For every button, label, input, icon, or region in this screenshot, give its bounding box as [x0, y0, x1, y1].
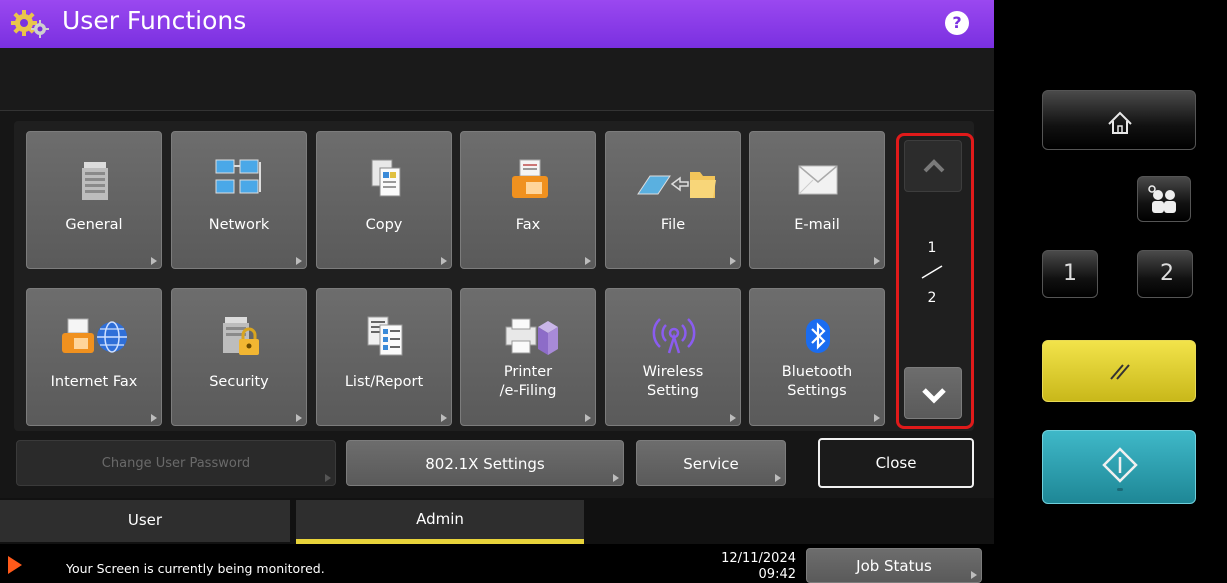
play-arrow-icon[interactable]: [8, 556, 22, 574]
submenu-arrow-icon: [296, 414, 302, 422]
page-divider: [921, 265, 943, 279]
service-button[interactable]: Service: [636, 440, 786, 486]
job-status-button[interactable]: Job Status: [806, 548, 982, 583]
list-report-button[interactable]: List/Report: [316, 288, 452, 426]
list-report-icon: [367, 316, 403, 356]
copy-icon: [371, 159, 401, 197]
tile-label-line2: Settings: [787, 383, 847, 399]
email-button[interactable]: E-mail: [749, 131, 885, 269]
tile-label: E-mail: [794, 217, 840, 233]
tile-label: List/Report: [344, 374, 424, 390]
tile-label-line1: Wireless: [642, 364, 704, 380]
security-lock-icon: [223, 317, 259, 355]
start-button[interactable]: [1042, 430, 1196, 504]
copier-icon: [82, 162, 108, 200]
clear-button[interactable]: [1042, 340, 1196, 402]
submenu-arrow-icon: [585, 414, 591, 422]
users-key-icon: [1148, 185, 1176, 213]
tile-label-line1: Bluetooth: [781, 364, 853, 380]
change-user-password-button: Change User Password: [16, 440, 336, 486]
wireless-icon: [652, 318, 696, 354]
function-key-2[interactable]: 2: [1137, 250, 1193, 298]
chevron-down-icon: [922, 388, 946, 404]
wireless-setting-button[interactable]: Wireless Setting: [605, 288, 741, 426]
button-label: Change User Password: [101, 456, 251, 471]
status-message: Your Screen is currently being monitored…: [66, 561, 325, 576]
submenu-arrow-icon: [874, 257, 880, 265]
network-icon: [215, 159, 261, 194]
function-key-1[interactable]: 1: [1042, 250, 1098, 298]
tile-label: General: [65, 217, 123, 233]
submenu-arrow-icon: [151, 257, 157, 265]
tile-label: File: [660, 217, 686, 233]
tab-admin[interactable]: Admin: [296, 500, 584, 544]
network-button[interactable]: Network: [171, 131, 307, 269]
fax-icon: [512, 159, 548, 198]
bluetooth-icon: [806, 319, 830, 353]
tile-label: Internet Fax: [50, 374, 138, 390]
bluetooth-settings-button[interactable]: Bluetooth Settings: [749, 288, 885, 426]
internet-fax-icon: [62, 318, 127, 353]
tile-label-line1: Printer: [503, 364, 553, 380]
submenu-arrow-icon: [296, 257, 302, 265]
file-button[interactable]: File: [605, 131, 741, 269]
tile-label-line2: Setting: [647, 383, 699, 399]
security-button[interactable]: Security: [171, 288, 307, 426]
copy-button[interactable]: Copy: [316, 131, 452, 269]
close-button[interactable]: Close: [818, 438, 974, 488]
printer-efiling-button[interactable]: Printer /e-Filing: [460, 288, 596, 426]
fax-button[interactable]: Fax: [460, 131, 596, 269]
home-icon: [1108, 111, 1132, 134]
file-folder-icon: [637, 172, 716, 198]
submenu-arrow-icon: [874, 414, 880, 422]
page-title: User Functions: [62, 6, 247, 35]
submenu-arrow-icon: [151, 414, 157, 422]
button-label: 802.1X Settings: [425, 455, 545, 473]
submenu-arrow-icon: [441, 257, 447, 265]
button-label: Job Status: [856, 557, 932, 575]
submenu-arrow-icon: [585, 257, 591, 265]
header-band: [0, 48, 994, 111]
scroll-up-button[interactable]: [904, 140, 962, 192]
chevron-up-icon: [923, 159, 945, 173]
user-access-button[interactable]: [1137, 176, 1191, 222]
gear-icon: [11, 10, 49, 38]
submenu-arrow-icon: [730, 257, 736, 265]
submenu-arrow-icon: [775, 474, 781, 482]
submenu-arrow-icon: [325, 474, 331, 482]
page-current: 1: [927, 240, 937, 256]
help-button[interactable]: ?: [945, 11, 969, 35]
general-button[interactable]: General: [26, 131, 162, 269]
home-button[interactable]: [1042, 90, 1196, 150]
page-total: 2: [927, 290, 937, 306]
status-date: 12/11/2024: [721, 551, 796, 566]
status-time: 09:42: [758, 567, 796, 582]
clear-slash-icon: [1110, 364, 1130, 380]
start-diamond-icon: [1102, 447, 1138, 491]
internet-fax-button[interactable]: Internet Fax: [26, 288, 162, 426]
submenu-arrow-icon: [730, 414, 736, 422]
envelope-icon: [798, 165, 838, 195]
tile-label: Security: [209, 374, 269, 390]
tile-label: Copy: [365, 217, 403, 233]
scroll-down-button[interactable]: [904, 367, 962, 419]
tile-label-line2: /e-Filing: [499, 383, 557, 399]
dot1x-settings-button[interactable]: 802.1X Settings: [346, 440, 624, 486]
submenu-arrow-icon: [971, 571, 977, 579]
submenu-arrow-icon: [613, 474, 619, 482]
submenu-arrow-icon: [441, 414, 447, 422]
button-label: Service: [683, 455, 739, 473]
tab-user[interactable]: User: [0, 500, 290, 542]
tile-label: Fax: [515, 217, 541, 233]
tile-label: Network: [208, 217, 270, 233]
printer-efiling-icon: [505, 318, 558, 355]
